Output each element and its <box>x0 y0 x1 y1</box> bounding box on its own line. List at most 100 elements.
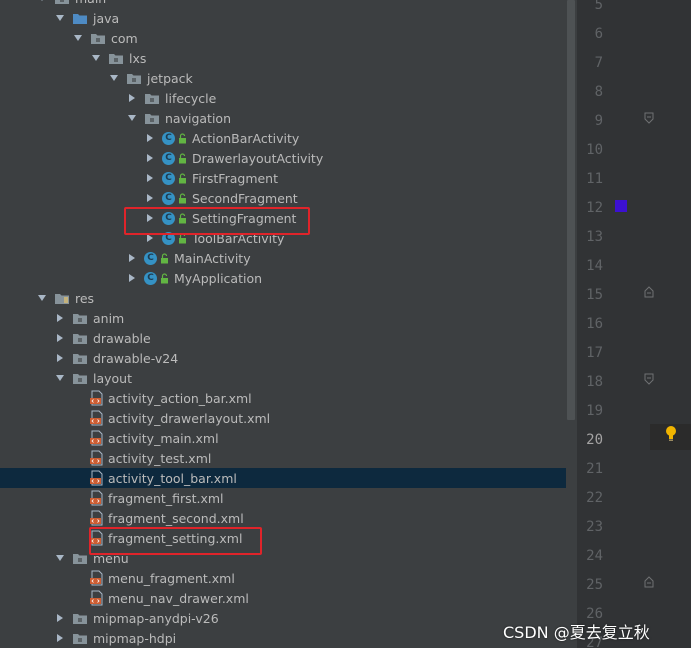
chevron-right-icon[interactable] <box>144 192 156 204</box>
lightbulb-icon[interactable] <box>664 425 678 443</box>
highlight-fragment-setting-xml <box>89 527 262 555</box>
chevron-down-icon[interactable] <box>54 552 66 564</box>
folder-icon <box>144 111 160 125</box>
chevron-right-icon[interactable] <box>54 352 66 364</box>
chevron-down-icon[interactable] <box>126 112 138 124</box>
class-icon: C <box>144 251 157 265</box>
file-row[interactable]: activity_drawerlayout.xml <box>0 408 566 428</box>
class-icon: C <box>162 171 175 185</box>
chevron-right-icon[interactable] <box>54 612 66 624</box>
file-row[interactable]: fragment_second.xml <box>0 508 566 528</box>
lock-icon <box>178 132 187 144</box>
xml-layout-icon <box>90 570 104 586</box>
fold-marker-icon[interactable] <box>643 286 655 298</box>
folder-row[interactable]: main <box>0 0 566 8</box>
highlight-setting-fragment <box>124 207 310 235</box>
folder-icon <box>72 331 88 345</box>
folder-row[interactable]: jetpack <box>0 68 566 88</box>
fold-marker-icon[interactable] <box>643 112 655 124</box>
xml-layout-icon <box>90 430 104 446</box>
tree-item-label: res <box>75 290 95 306</box>
class-row[interactable]: C ActionBarActivity <box>0 128 566 148</box>
line-number: 22 <box>586 490 603 506</box>
file-row[interactable]: activity_test.xml <box>0 448 566 468</box>
folder-row[interactable]: java <box>0 8 566 28</box>
line-number: 17 <box>586 345 603 361</box>
lock-icon <box>178 152 187 164</box>
folder-icon <box>144 91 160 105</box>
tree-item-label: activity_test.xml <box>108 450 212 466</box>
tree-item-label: fragment_second.xml <box>108 510 244 526</box>
file-row[interactable]: fragment_setting.xml <box>0 528 566 548</box>
folder-row[interactable]: lifecycle <box>0 88 566 108</box>
tree-item-label: fragment_first.xml <box>108 490 224 506</box>
chevron-right-icon[interactable] <box>144 132 156 144</box>
tree-item-label: SecondFragment <box>192 190 298 206</box>
folder-row[interactable]: navigation <box>0 108 566 128</box>
chevron-down-icon[interactable] <box>36 0 48 4</box>
class-row[interactable]: C DrawerlayoutActivity <box>0 148 566 168</box>
file-row[interactable]: activity_tool_bar.xml <box>0 468 566 488</box>
chevron-down-icon[interactable] <box>72 32 84 44</box>
xml-layout-icon <box>90 450 104 466</box>
project-tree: main java com lxs jetpack lifecycle navigation… <box>0 0 566 648</box>
fold-marker-icon[interactable] <box>643 373 655 385</box>
line-number: 12 <box>586 200 603 216</box>
chevron-right-icon[interactable] <box>144 172 156 184</box>
file-row[interactable]: menu_fragment.xml <box>0 568 566 588</box>
folder-row[interactable]: res <box>0 288 566 308</box>
tree-item-label: layout <box>93 370 133 386</box>
tree-item-label: MainActivity <box>174 250 251 266</box>
folder-row[interactable]: mipmap-hdpi <box>0 628 566 648</box>
tree-item-label: anim <box>93 310 125 326</box>
chevron-down-icon[interactable] <box>90 52 102 64</box>
class-row[interactable]: C MyApplication <box>0 268 566 288</box>
chevron-right-icon[interactable] <box>54 632 66 644</box>
chevron-right-icon[interactable] <box>54 312 66 324</box>
line-number: 15 <box>586 287 603 303</box>
chevron-down-icon[interactable] <box>108 72 120 84</box>
xml-layout-icon <box>90 490 104 506</box>
file-row[interactable]: activity_main.xml <box>0 428 566 448</box>
folder-row[interactable]: mipmap-anydpi-v26 <box>0 608 566 628</box>
folder-row[interactable]: lxs <box>0 48 566 68</box>
folder-row[interactable]: drawable <box>0 328 566 348</box>
fold-marker-icon[interactable] <box>643 576 655 588</box>
chevron-right-icon[interactable] <box>144 152 156 164</box>
class-row[interactable]: C MainActivity <box>0 248 566 268</box>
tree-item-label: jetpack <box>147 70 193 86</box>
chevron-right-icon[interactable] <box>126 92 138 104</box>
chevron-right-icon[interactable] <box>54 332 66 344</box>
tree-item-label: activity_main.xml <box>108 430 219 446</box>
file-row[interactable]: fragment_first.xml <box>0 488 566 508</box>
color-swatch-icon[interactable] <box>615 200 627 212</box>
file-row[interactable]: activity_action_bar.xml <box>0 388 566 408</box>
chevron-right-icon[interactable] <box>126 272 138 284</box>
class-row[interactable]: C FirstFragment <box>0 168 566 188</box>
chevron-down-icon[interactable] <box>54 12 66 24</box>
chevron-down-icon[interactable] <box>54 372 66 384</box>
class-row[interactable]: C SecondFragment <box>0 188 566 208</box>
tree-item-label: activity_drawerlayout.xml <box>108 410 271 426</box>
line-number: 10 <box>586 142 603 158</box>
folder-row[interactable]: drawable-v24 <box>0 348 566 368</box>
line-number: 25 <box>586 577 603 593</box>
tree-item-label: MyApplication <box>174 270 263 286</box>
folder-row[interactable]: com <box>0 28 566 48</box>
class-icon: C <box>162 151 175 165</box>
folder-row[interactable]: layout <box>0 368 566 388</box>
class-icon: C <box>162 191 175 205</box>
tree-scrollbar-thumb[interactable] <box>567 0 575 420</box>
line-number: 19 <box>586 403 603 419</box>
lock-icon <box>160 252 169 264</box>
folder-icon <box>126 71 142 85</box>
tree-item-label: mipmap-anydpi-v26 <box>93 610 219 626</box>
folder-row[interactable]: anim <box>0 308 566 328</box>
tree-item-label: lifecycle <box>165 90 217 106</box>
line-number: 7 <box>594 55 603 71</box>
folder-icon <box>72 551 88 565</box>
chevron-right-icon[interactable] <box>126 252 138 264</box>
chevron-down-icon[interactable] <box>36 292 48 304</box>
folder-row[interactable]: menu <box>0 548 566 568</box>
file-row[interactable]: menu_nav_drawer.xml <box>0 588 566 608</box>
